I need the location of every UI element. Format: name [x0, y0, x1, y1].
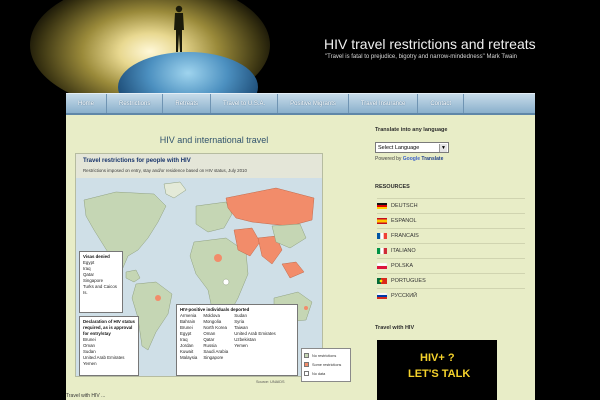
spanish-flag-icon: [377, 217, 387, 224]
language-select-value: Select Language: [378, 145, 420, 151]
person-silhouette-icon: [174, 5, 184, 52]
resource-label[interactable]: PORTUGUES: [391, 278, 426, 284]
legend-swatch-icon: [304, 371, 309, 376]
resource-portugues[interactable]: PORTUGUES: [377, 273, 525, 287]
resource-label[interactable]: POLSKA: [391, 263, 413, 269]
visas-denied-box: Visas denied Egypt Iraq Qatar Singapore …: [79, 251, 123, 313]
resource-deutsch[interactable]: DEUTSCH: [377, 198, 525, 212]
deported-country: Singapore: [203, 355, 224, 360]
italian-flag-icon: [377, 247, 387, 254]
french-flag-icon: [377, 232, 387, 239]
resource-polska[interactable]: POLSKA: [377, 258, 525, 272]
translate-link[interactable]: Translate: [421, 156, 443, 162]
map-legend: No restrictions Some restrictions No dat…: [301, 348, 351, 382]
post-body: Travel with HIV ...: [66, 393, 106, 399]
nav-restrictions[interactable]: Restrictions: [107, 94, 164, 113]
legend-item: No restrictions: [304, 351, 348, 360]
site-header: HIV travel restrictions and retreats "Tr…: [0, 0, 600, 93]
legend-swatch-icon: [304, 362, 309, 367]
legend-swatch-icon: [304, 353, 309, 358]
translate-heading: Translate into any language: [375, 127, 448, 133]
video-title-line2: LET'S TALK: [408, 368, 471, 380]
travel-restrictions-map: Travel restrictions for people with HIV …: [75, 153, 323, 377]
legend-item: Some restrictions: [304, 360, 348, 369]
chevron-down-icon[interactable]: ▼: [439, 144, 447, 152]
google-logo: Google: [402, 156, 421, 162]
legend-label: Some restrictions: [312, 362, 342, 367]
resource-espanol[interactable]: ESPANOL: [377, 213, 525, 227]
declaration-box: Declaration of HIV status required, as i…: [79, 316, 139, 376]
video-thumbnail[interactable]: HIV+ ? LET'S TALK: [377, 340, 497, 400]
nav-home[interactable]: Home: [66, 94, 108, 113]
polish-flag-icon: [377, 262, 387, 269]
resource-label[interactable]: FRANCAIS: [391, 233, 419, 239]
video-heading: Travel with HIV: [375, 325, 415, 331]
visas-denied-country: Turks and Caicos Is.: [83, 284, 117, 295]
legend-label: No data: [312, 371, 326, 376]
legend-item: No data: [304, 369, 348, 378]
language-select[interactable]: Select Language ▼: [375, 142, 449, 153]
map-header: Travel restrictions for people with HIV …: [76, 154, 322, 178]
map-source: Source: UNAIDS: [256, 380, 285, 384]
deported-country: Malaysia: [180, 355, 198, 360]
site-title[interactable]: HIV travel restrictions and retreats: [324, 36, 536, 52]
powered-by-google: Powered by Google Translate: [375, 156, 443, 162]
powered-by-label: Powered by: [375, 156, 402, 162]
resource-italiano[interactable]: ITALIANO: [377, 243, 525, 257]
legend-label: No restrictions: [312, 353, 337, 358]
russian-flag-icon: [377, 292, 387, 299]
resource-russian[interactable]: РУССКИЙ: [377, 288, 525, 302]
resource-label[interactable]: ESPANOL: [391, 218, 417, 224]
portuguese-flag-icon: [377, 277, 387, 284]
nav-travel-to-usa[interactable]: Travel to U.S.A.: [211, 94, 279, 113]
post-title[interactable]: HIV and international travel: [66, 135, 362, 145]
map-title: Travel restrictions for people with HIV: [83, 158, 191, 164]
nav-retreats[interactable]: Retreats: [163, 94, 212, 113]
resource-label[interactable]: DEUTSCH: [391, 203, 418, 209]
nav-travel-insurance[interactable]: Travel Insurance: [349, 94, 419, 113]
resource-francais[interactable]: FRANCAIS: [377, 228, 525, 242]
declaration-title: Declaration of HIV status required, as i…: [83, 319, 135, 336]
declaration-country: Yemen: [83, 361, 97, 366]
site-tagline: "Travel is fatal to prejudice, bigotry a…: [325, 54, 518, 60]
nav-positive-migrants[interactable]: Positive Migrants: [278, 94, 349, 113]
resource-label[interactable]: РУССКИЙ: [391, 293, 417, 299]
resource-label[interactable]: ITALIANO: [391, 248, 416, 254]
deported-box: HIV-positive individuals deported Armeni…: [176, 304, 298, 376]
main-navigation: Home Restrictions Retreats Travel to U.S…: [66, 93, 535, 115]
nav-contact[interactable]: Contact: [418, 94, 465, 113]
deported-country: Yemen: [234, 343, 248, 348]
video-title-line1: HIV+ ?: [420, 352, 455, 364]
resources-heading: RESOURCES: [375, 184, 410, 190]
map-subtitle: Restrictions imposed on entry, stay and/…: [83, 168, 247, 173]
german-flag-icon: [377, 202, 387, 209]
